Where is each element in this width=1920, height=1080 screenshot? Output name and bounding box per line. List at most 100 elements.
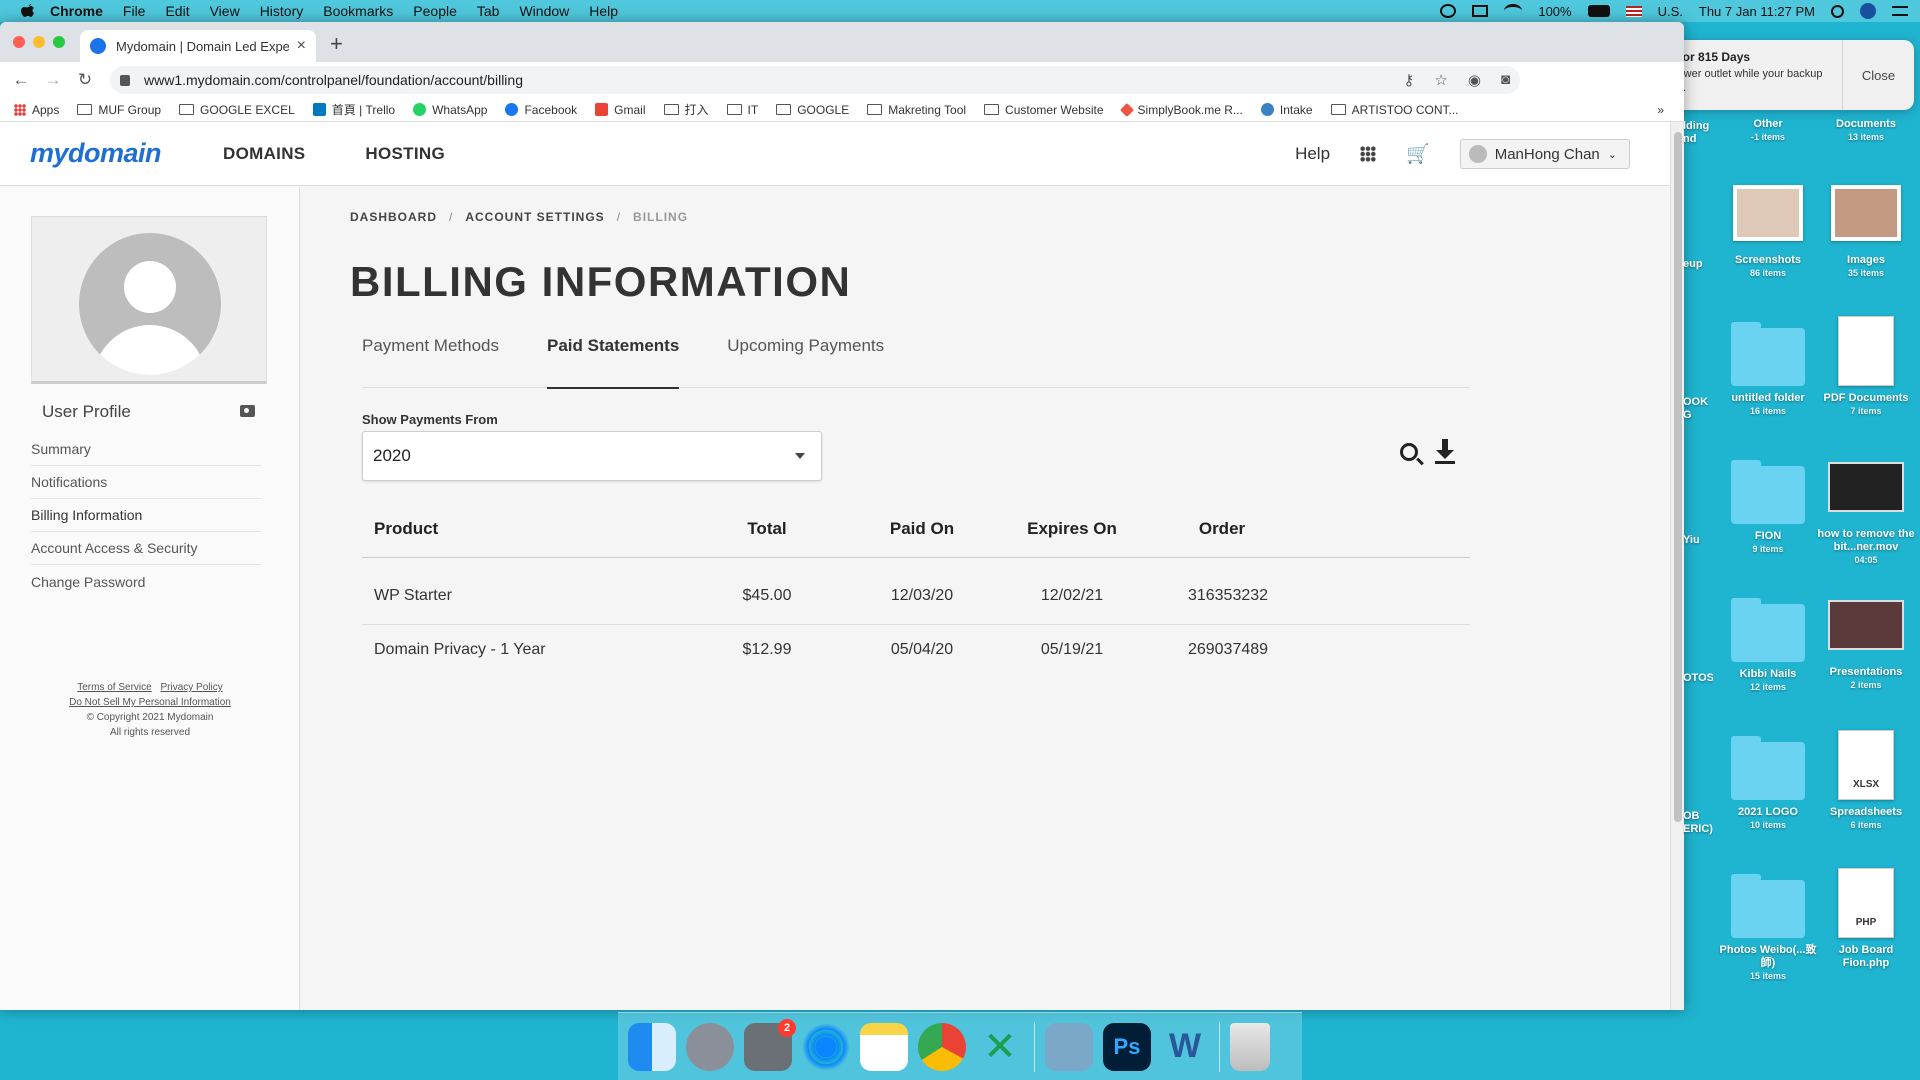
menu-people[interactable]: People (413, 3, 457, 19)
extension-icon[interactable]: ◉ (1468, 71, 1481, 89)
trash-icon[interactable] (1230, 1022, 1270, 1071)
sidebar-item-billing-information[interactable]: Billing Information (31, 499, 261, 532)
bookmark-artistoo[interactable]: ARTISTOO CONT... (1330, 103, 1459, 117)
desktop-item-documents[interactable]: Documents 13 items (1816, 118, 1916, 144)
desktop-item-kibbi-nails[interactable]: Kibbi Nails 12 items (1718, 598, 1818, 694)
user-menu-button[interactable]: ManHong Chan ⌄ (1459, 139, 1630, 169)
url-text[interactable]: www1.mydomain.com/controlpanel/foundatio… (144, 72, 523, 88)
input-source[interactable]: U.S. (1658, 4, 1683, 19)
address-bar[interactable]: www1.mydomain.com/controlpanel/foundatio… (110, 66, 1520, 94)
word-icon[interactable]: W (1161, 1023, 1209, 1071)
menu-view[interactable]: View (210, 3, 240, 19)
airplay-icon[interactable] (1472, 5, 1489, 17)
mydomain-logo[interactable]: mydomain (30, 138, 162, 169)
chrome-icon[interactable] (918, 1022, 966, 1071)
airdrop-icon[interactable] (802, 1022, 850, 1071)
clock[interactable]: Thu 7 Jan 11:27 PM (1699, 4, 1815, 19)
wifi-icon[interactable] (1504, 4, 1523, 18)
bookmark-simplybook[interactable]: SimplyBook.me R... (1119, 102, 1243, 117)
menu-history[interactable]: History (260, 3, 304, 19)
browser-tab-active[interactable]: Mydomain | Domain Led Exper × (80, 30, 316, 62)
sidebar-item-change-password[interactable]: Change Password (31, 565, 261, 598)
menu-bookmarks[interactable]: Bookmarks (323, 3, 393, 19)
bookmark-it[interactable]: IT (726, 103, 758, 117)
bookmarks-overflow-icon[interactable]: » (1657, 103, 1664, 117)
desktop-item-other[interactable]: Other -1 items (1718, 118, 1818, 144)
menu-tab[interactable]: Tab (477, 3, 500, 19)
launchpad-icon[interactable] (686, 1022, 734, 1071)
battery-icon[interactable] (1587, 5, 1610, 17)
scrollbar-thumb[interactable] (1674, 132, 1682, 822)
forward-icon[interactable]: → (42, 70, 64, 90)
menu-help[interactable]: Help (589, 3, 618, 19)
desktop-item-spreadsheets[interactable]: XLSX Spreadsheets 6 items (1816, 730, 1916, 832)
apps-grid-icon[interactable] (1360, 146, 1377, 162)
nav-domains[interactable]: DOMAINS (223, 144, 305, 164)
finder-icon[interactable] (628, 1022, 676, 1071)
photoshop-icon[interactable]: Ps (1103, 1022, 1151, 1071)
bookmark-customer-website[interactable]: Customer Website (984, 103, 1104, 117)
profile-photo[interactable] (31, 216, 267, 384)
close-tab-icon[interactable]: × (297, 37, 306, 55)
sidebar-item-account-access-security[interactable]: Account Access & Security (31, 532, 261, 565)
close-window-button[interactable] (13, 36, 25, 48)
new-tab-icon[interactable]: + (330, 31, 343, 57)
desktop-item-fion[interactable]: FION 9 items (1718, 460, 1818, 556)
bookmark-apps[interactable]: Apps (14, 103, 59, 117)
lock-icon[interactable] (120, 74, 130, 86)
zoom-window-button[interactable] (53, 36, 65, 48)
desktop-item-movie[interactable]: how to remove the bit...ner.mov 04:05 (1816, 452, 1916, 567)
preview-icon[interactable] (1045, 1022, 1093, 1071)
notification-close-button[interactable]: Close (1842, 40, 1914, 110)
menu-window[interactable]: Window (519, 3, 569, 19)
menu-app-chrome[interactable]: Chrome (50, 3, 103, 19)
cell-order[interactable]: 269037489 (1142, 624, 1302, 676)
desktop-item-2021-logo[interactable]: 2021 LOGO 10 items (1718, 736, 1818, 832)
apple-logo-icon[interactable] (20, 3, 36, 19)
sidebar-item-summary[interactable]: Summary (31, 433, 261, 466)
sidebar-item-notifications[interactable]: Notifications (31, 466, 261, 499)
shopping-cart-icon[interactable]: 🛒 (1406, 142, 1430, 166)
tab-upcoming-payments[interactable]: Upcoming Payments (727, 336, 884, 388)
do-not-sell-link[interactable]: Do Not Sell My Personal Information (69, 697, 231, 708)
bookmark-whatsapp[interactable]: WhatsApp (413, 103, 487, 117)
system-preferences-icon[interactable]: 2 (744, 1018, 796, 1071)
user-account-icon[interactable] (1860, 3, 1876, 19)
notes-icon[interactable] (860, 1022, 908, 1071)
desktop-item-job-board-php[interactable]: PHP Job Board Fion.php (1816, 868, 1916, 970)
bookmark-trello[interactable]: 首頁 | Trello (312, 101, 395, 118)
menu-file[interactable]: File (123, 3, 146, 19)
breadcrumb-account-settings[interactable]: ACCOUNT SETTINGS (465, 210, 604, 224)
minimize-window-button[interactable] (33, 36, 45, 48)
control-center-icon[interactable] (1892, 6, 1908, 16)
desktop-item-screenshots[interactable]: Screenshots 86 items (1718, 178, 1818, 280)
terms-link[interactable]: Terms of Service (77, 682, 151, 693)
bookmark-facebook[interactable]: Facebook (505, 103, 577, 117)
bookmark-gmail[interactable]: Gmail (595, 103, 646, 117)
bookmark-makreting-tool[interactable]: Makreting Tool (867, 103, 966, 117)
tab-paid-statements[interactable]: Paid Statements (547, 336, 680, 389)
excel-x-icon[interactable]: ✕ (976, 1023, 1024, 1071)
page-scrollbar[interactable] (1670, 122, 1684, 1010)
bookmark-google-excel[interactable]: GOOGLE EXCEL (179, 103, 295, 117)
camera-icon[interactable] (240, 405, 255, 417)
nav-hosting[interactable]: HOSTING (365, 144, 445, 164)
spotlight-search-icon[interactable] (1831, 4, 1844, 18)
search-icon[interactable] (1400, 443, 1418, 461)
desktop-item-untitled-folder[interactable]: untitled folder 16 items (1718, 322, 1818, 418)
desktop-item-images[interactable]: Images 35 items (1816, 178, 1916, 280)
bookmark-muf-group[interactable]: MUF Group (77, 103, 161, 117)
cell-order[interactable]: 316353232 (1142, 557, 1302, 625)
camera-extension-icon[interactable]: ◙ (1501, 71, 1510, 89)
key-icon[interactable]: ⚷ (1403, 71, 1414, 89)
menu-edit[interactable]: Edit (165, 3, 189, 19)
bookmark-google[interactable]: GOOGLE (776, 103, 849, 117)
user-profile-link[interactable]: User Profile (42, 402, 131, 422)
desktop-item-presentations[interactable]: Presentations 2 items (1816, 590, 1916, 692)
year-select[interactable]: 2020 (362, 431, 822, 481)
desktop-item-pdf-documents[interactable]: PDF Documents 7 items (1816, 316, 1916, 418)
desktop-item-photos-weibo[interactable]: Photos Weibo(...致師) 15 items (1718, 874, 1818, 983)
bookmark-star-icon[interactable]: ☆ (1434, 71, 1447, 89)
privacy-link[interactable]: Privacy Policy (161, 682, 223, 693)
creative-cloud-icon[interactable] (1440, 4, 1457, 18)
